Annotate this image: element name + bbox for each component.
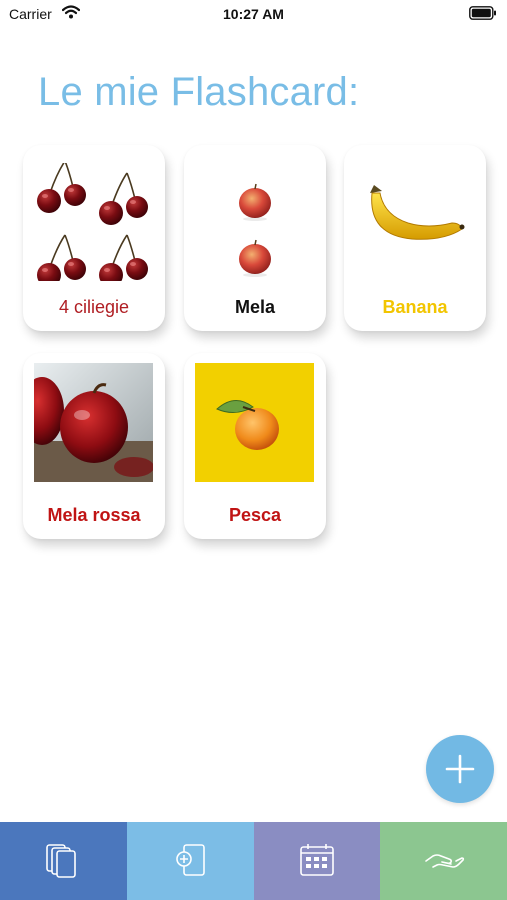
page-title: Le mie Flashcard: <box>38 70 360 114</box>
flashcard-red-apple[interactable]: Mela rossa <box>23 353 165 539</box>
flashcard-cherries[interactable]: 4 ciliegie <box>23 145 165 331</box>
tab-add-card[interactable] <box>126 822 254 900</box>
cherries-image <box>35 163 153 281</box>
tab-bar <box>0 822 507 900</box>
clock: 10:27 AM <box>223 6 284 22</box>
add-card-icon <box>176 844 205 876</box>
calendar-icon <box>300 844 334 876</box>
tab-hand[interactable] <box>380 822 507 900</box>
battery-icon <box>469 6 497 25</box>
plus-icon <box>445 754 475 784</box>
card-label: 4 ciliegie <box>58 297 130 317</box>
tab-calendar[interactable] <box>253 822 381 900</box>
hand-icon <box>424 854 464 868</box>
add-flashcard-button[interactable] <box>426 735 494 803</box>
banana-image <box>358 163 476 281</box>
card-label: Mela rossa <box>47 505 141 525</box>
flashcard-peach[interactable]: Pesca <box>184 353 326 539</box>
apples-image <box>196 163 314 281</box>
flashcard-banana[interactable]: Banana <box>344 145 486 331</box>
flashcard-apple[interactable]: Mela <box>184 145 326 331</box>
card-label: Pesca <box>228 505 282 525</box>
red-apple-photo <box>34 363 153 482</box>
peach-image <box>195 363 314 482</box>
card-label: Banana <box>382 297 448 317</box>
card-label: Mela <box>234 297 276 317</box>
status-bar: Carrier 10:27 AM <box>0 0 507 30</box>
tab-flashcards[interactable] <box>0 822 127 900</box>
cards-icon <box>46 844 77 878</box>
